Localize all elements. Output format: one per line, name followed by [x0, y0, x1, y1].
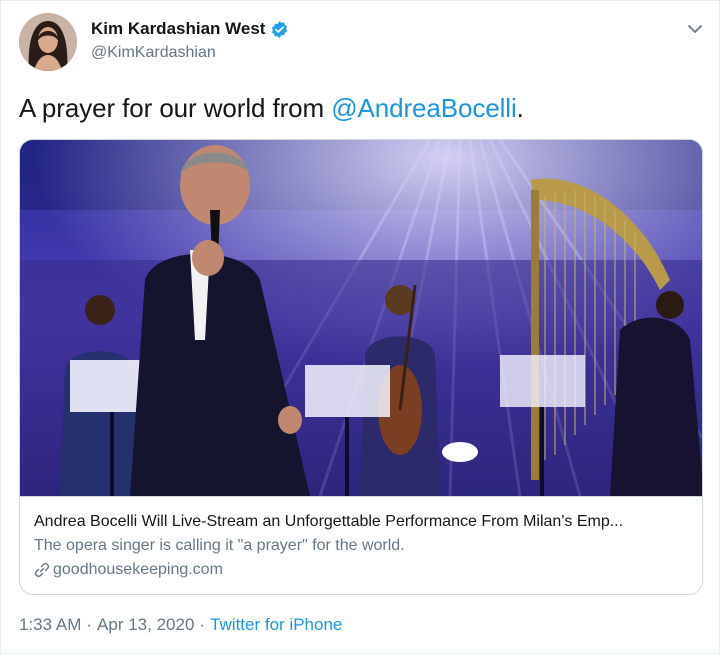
link-preview-card[interactable]: Andrea Bocelli Will Live-Stream an Unfor…: [19, 139, 703, 595]
author-handle[interactable]: @KimKardashian: [91, 44, 216, 62]
tweet-meta: 1:33 AM · Apr 13, 2020 · Twitter for iPh…: [19, 615, 342, 635]
tweet-text-suffix: .: [516, 93, 524, 123]
chevron-down-icon[interactable]: [685, 19, 705, 39]
card-title[interactable]: Andrea Bocelli Will Live-Stream an Unfor…: [34, 512, 690, 532]
card-description: The opera singer is calling it "a prayer…: [34, 537, 405, 554]
mention-link[interactable]: @AndreaBocelli: [331, 93, 517, 123]
link-icon: [34, 562, 50, 578]
concert-photo: [20, 140, 702, 496]
avatar-image: [19, 13, 77, 71]
card-domain-row: goodhousekeeping.com: [34, 560, 690, 580]
avatar[interactable]: [19, 13, 77, 71]
verified-badge-icon: [270, 20, 289, 39]
meta-separator: ·: [86, 615, 93, 634]
card-body[interactable]: Andrea Bocelli Will Live-Stream an Unfor…: [20, 496, 702, 594]
card-image[interactable]: [20, 140, 702, 496]
tweet-time[interactable]: 1:33 AM: [19, 615, 81, 635]
tweet-date[interactable]: Apr 13, 2020: [97, 615, 194, 635]
author-name-row: Kim Kardashian West: [91, 19, 289, 39]
tweet-card: Kim Kardashian West @KimKardashian A pra…: [0, 0, 720, 654]
author-name[interactable]: Kim Kardashian West: [91, 19, 265, 39]
meta-separator: ·: [199, 615, 206, 634]
tweet-text: A prayer for our world from @AndreaBocel…: [19, 93, 524, 124]
tweet-text-prefix: A prayer for our world from: [19, 93, 332, 123]
tweet-source-link[interactable]: Twitter for iPhone: [210, 615, 342, 635]
card-domain: goodhousekeeping.com: [53, 561, 223, 578]
